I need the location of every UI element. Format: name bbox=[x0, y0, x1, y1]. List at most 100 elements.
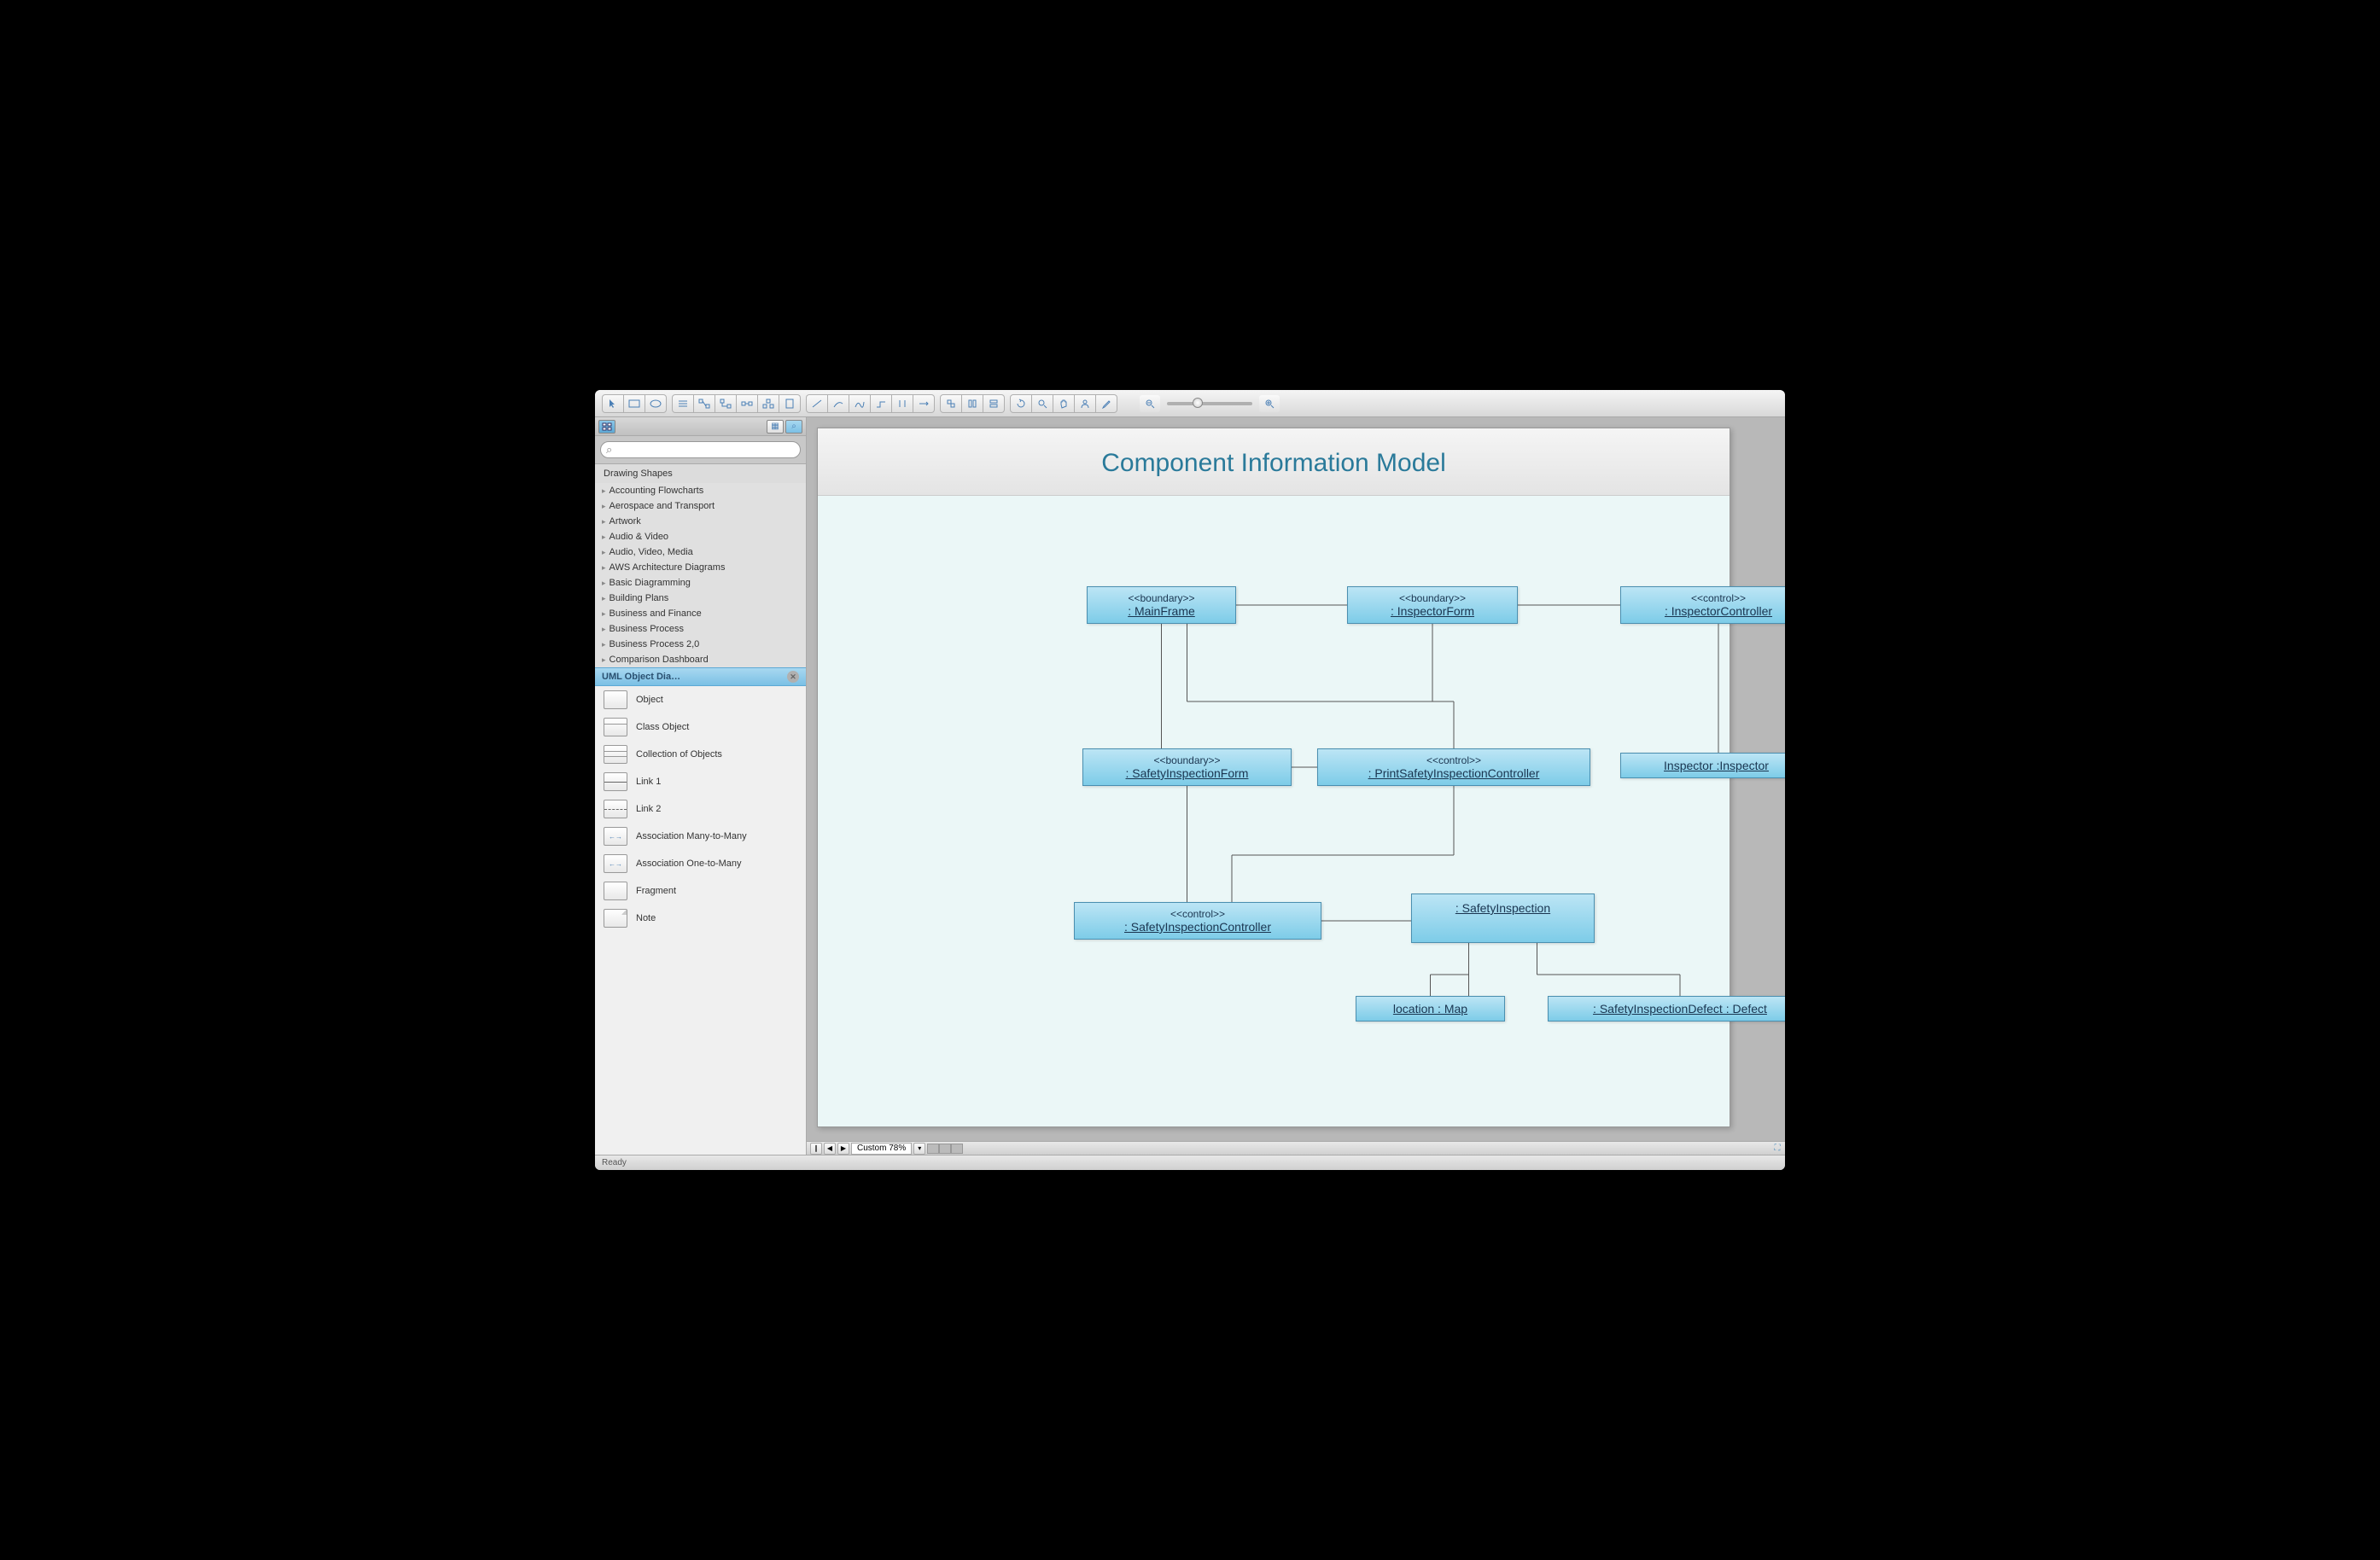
connect-tool-2[interactable] bbox=[715, 395, 736, 412]
stencil-item[interactable]: ←→Association Many-to-Many bbox=[595, 823, 806, 850]
search-area bbox=[595, 436, 806, 464]
page-prev[interactable]: ◀ bbox=[824, 1143, 836, 1155]
zoom-slider-track[interactable] bbox=[1167, 402, 1252, 405]
category-item[interactable]: Aerospace and Transport bbox=[595, 498, 806, 514]
category-item[interactable]: Business Process bbox=[595, 621, 806, 637]
stencil-item[interactable]: Fragment bbox=[595, 877, 806, 905]
uml-inspectorform[interactable]: <<boundary>>: InspectorForm bbox=[1347, 586, 1518, 624]
category-item[interactable]: Building Plans bbox=[595, 591, 806, 606]
rotate-tool[interactable] bbox=[1011, 395, 1031, 412]
line-tool-1[interactable] bbox=[807, 395, 827, 412]
uml-inspector[interactable]: Inspector :Inspector bbox=[1620, 753, 1785, 778]
zoom-out-button[interactable] bbox=[1140, 395, 1160, 412]
zoom-tool[interactable] bbox=[1032, 395, 1053, 412]
zoom-slider-thumb[interactable] bbox=[1193, 398, 1203, 408]
stereotype-label: <<boundary>> bbox=[1094, 754, 1280, 766]
collection-icon bbox=[604, 745, 627, 764]
status-bar: Ready bbox=[595, 1155, 1785, 1170]
stencil-item[interactable]: Object bbox=[595, 686, 806, 713]
uml-defect[interactable]: : SafetyInspectionDefect : Defect bbox=[1548, 996, 1785, 1022]
stencil-item[interactable]: Class Object bbox=[595, 713, 806, 741]
object-name: : SafetyInspectionController bbox=[1085, 920, 1310, 934]
canvas-scroll[interactable]: Component Information Model <<boundary>>… bbox=[807, 417, 1785, 1141]
line-tool-6[interactable] bbox=[913, 395, 934, 412]
ellipse-tool[interactable] bbox=[645, 395, 666, 412]
toolbar-group-shapes bbox=[672, 394, 801, 413]
category-item[interactable]: AWS Architecture Diagrams bbox=[595, 560, 806, 575]
stencil-item-label: Object bbox=[636, 695, 663, 705]
sidebar-tab-grid[interactable]: ▦ bbox=[767, 420, 784, 434]
sidebar-tab-search[interactable]: ⌕ bbox=[785, 420, 802, 434]
align-tool-1[interactable] bbox=[941, 395, 961, 412]
stencil-item[interactable]: Link 2 bbox=[595, 795, 806, 823]
main-area: ▦ ⌕ Drawing Shapes Accounting Flowcharts… bbox=[595, 417, 1785, 1155]
stencil-item[interactable]: ←→ Association One-to-Many bbox=[595, 850, 806, 877]
zoom-dropdown[interactable]: ▾ bbox=[913, 1143, 925, 1155]
toolbar bbox=[595, 390, 1785, 417]
align-tool-3[interactable] bbox=[983, 395, 1004, 412]
stencil-list: Object Class Object Collection of Objects L… bbox=[595, 686, 806, 1155]
stencil-item-label: Association One-to-Many bbox=[636, 859, 742, 869]
link1-icon bbox=[604, 772, 627, 791]
line-tool-4[interactable] bbox=[871, 395, 891, 412]
assoc-icon: ←→ bbox=[604, 854, 627, 873]
uml-sic[interactable]: <<control>>: SafetyInspectionController bbox=[1074, 902, 1321, 940]
page-tab-3[interactable] bbox=[951, 1144, 963, 1154]
page-tabs bbox=[927, 1144, 963, 1154]
stencil-item-label: Fragment bbox=[636, 886, 676, 896]
stencil-header[interactable]: UML Object Dia… ✕ bbox=[595, 667, 806, 686]
line-tool-5[interactable] bbox=[892, 395, 913, 412]
search-input[interactable] bbox=[600, 441, 801, 458]
line-tool-2[interactable] bbox=[828, 395, 849, 412]
uml-mainframe[interactable]: <<boundary>>: MainFrame bbox=[1087, 586, 1236, 624]
zoom-in-button[interactable] bbox=[1259, 395, 1280, 412]
toolbar-group-view bbox=[1010, 394, 1117, 413]
line-tool-3[interactable] bbox=[849, 395, 870, 412]
stencil-item-label: Class Object bbox=[636, 722, 689, 732]
pause-icon[interactable]: ∥ bbox=[810, 1143, 822, 1155]
connect-tool-3[interactable] bbox=[737, 395, 757, 412]
page-tab-1[interactable] bbox=[927, 1144, 939, 1154]
uml-psic[interactable]: <<control>>: PrintSafetyInspectionContro… bbox=[1317, 748, 1590, 786]
stencil-item[interactable]: Collection of Objects bbox=[595, 741, 806, 768]
object-name: location : Map bbox=[1367, 1002, 1494, 1016]
uml-inspectorcontroller[interactable]: <<control>>: InspectorController bbox=[1620, 586, 1785, 624]
dropper-tool[interactable] bbox=[1096, 395, 1117, 412]
hand-tool[interactable] bbox=[1053, 395, 1074, 412]
zoom-display[interactable]: Custom 78% bbox=[851, 1143, 912, 1155]
toolbar-group-lines bbox=[806, 394, 935, 413]
category-item[interactable]: Basic Diagramming bbox=[595, 575, 806, 591]
list-tool[interactable] bbox=[673, 395, 693, 412]
category-item[interactable]: Accounting Flowcharts bbox=[595, 483, 806, 498]
uml-si[interactable]: : SafetyInspection bbox=[1411, 894, 1595, 943]
connect-tool-4[interactable] bbox=[758, 395, 779, 412]
stereotype-label: <<boundary>> bbox=[1358, 592, 1507, 604]
stencil-item-label: Collection of Objects bbox=[636, 749, 722, 760]
stencil-item[interactable]: Link 1 bbox=[595, 768, 806, 795]
page-tab-2[interactable] bbox=[939, 1144, 951, 1154]
shapes-header: Drawing Shapes bbox=[595, 464, 806, 483]
category-item[interactable]: Comparison Dashboard bbox=[595, 652, 806, 667]
object-icon bbox=[604, 690, 627, 709]
stencil-item[interactable]: Note bbox=[595, 905, 806, 932]
user-tool[interactable] bbox=[1075, 395, 1095, 412]
fullscreen-icon[interactable]: ⛶ bbox=[1770, 1143, 1785, 1155]
connect-tool-1[interactable] bbox=[694, 395, 715, 412]
page-next[interactable]: ▶ bbox=[837, 1143, 849, 1155]
category-item[interactable]: Audio, Video, Media bbox=[595, 544, 806, 560]
rect-tool[interactable] bbox=[624, 395, 645, 412]
align-tool-2[interactable] bbox=[962, 395, 983, 412]
category-item[interactable]: Artwork bbox=[595, 514, 806, 529]
sidebar-tabs: ▦ ⌕ bbox=[595, 417, 806, 436]
category-item[interactable]: Business Process 2,0 bbox=[595, 637, 806, 652]
note-icon bbox=[604, 909, 627, 928]
canvas[interactable]: Component Information Model <<boundary>>… bbox=[817, 428, 1730, 1127]
stencil-close-icon[interactable]: ✕ bbox=[787, 671, 799, 683]
sidebar-tab-library[interactable] bbox=[598, 420, 615, 434]
uml-sif[interactable]: <<boundary>>: SafetyInspectionForm bbox=[1082, 748, 1292, 786]
page-tool[interactable] bbox=[779, 395, 800, 412]
cursor-tool[interactable] bbox=[603, 395, 623, 412]
category-item[interactable]: Business and Finance bbox=[595, 606, 806, 621]
category-item[interactable]: Audio & Video bbox=[595, 529, 806, 544]
uml-locmap[interactable]: location : Map bbox=[1356, 996, 1505, 1022]
